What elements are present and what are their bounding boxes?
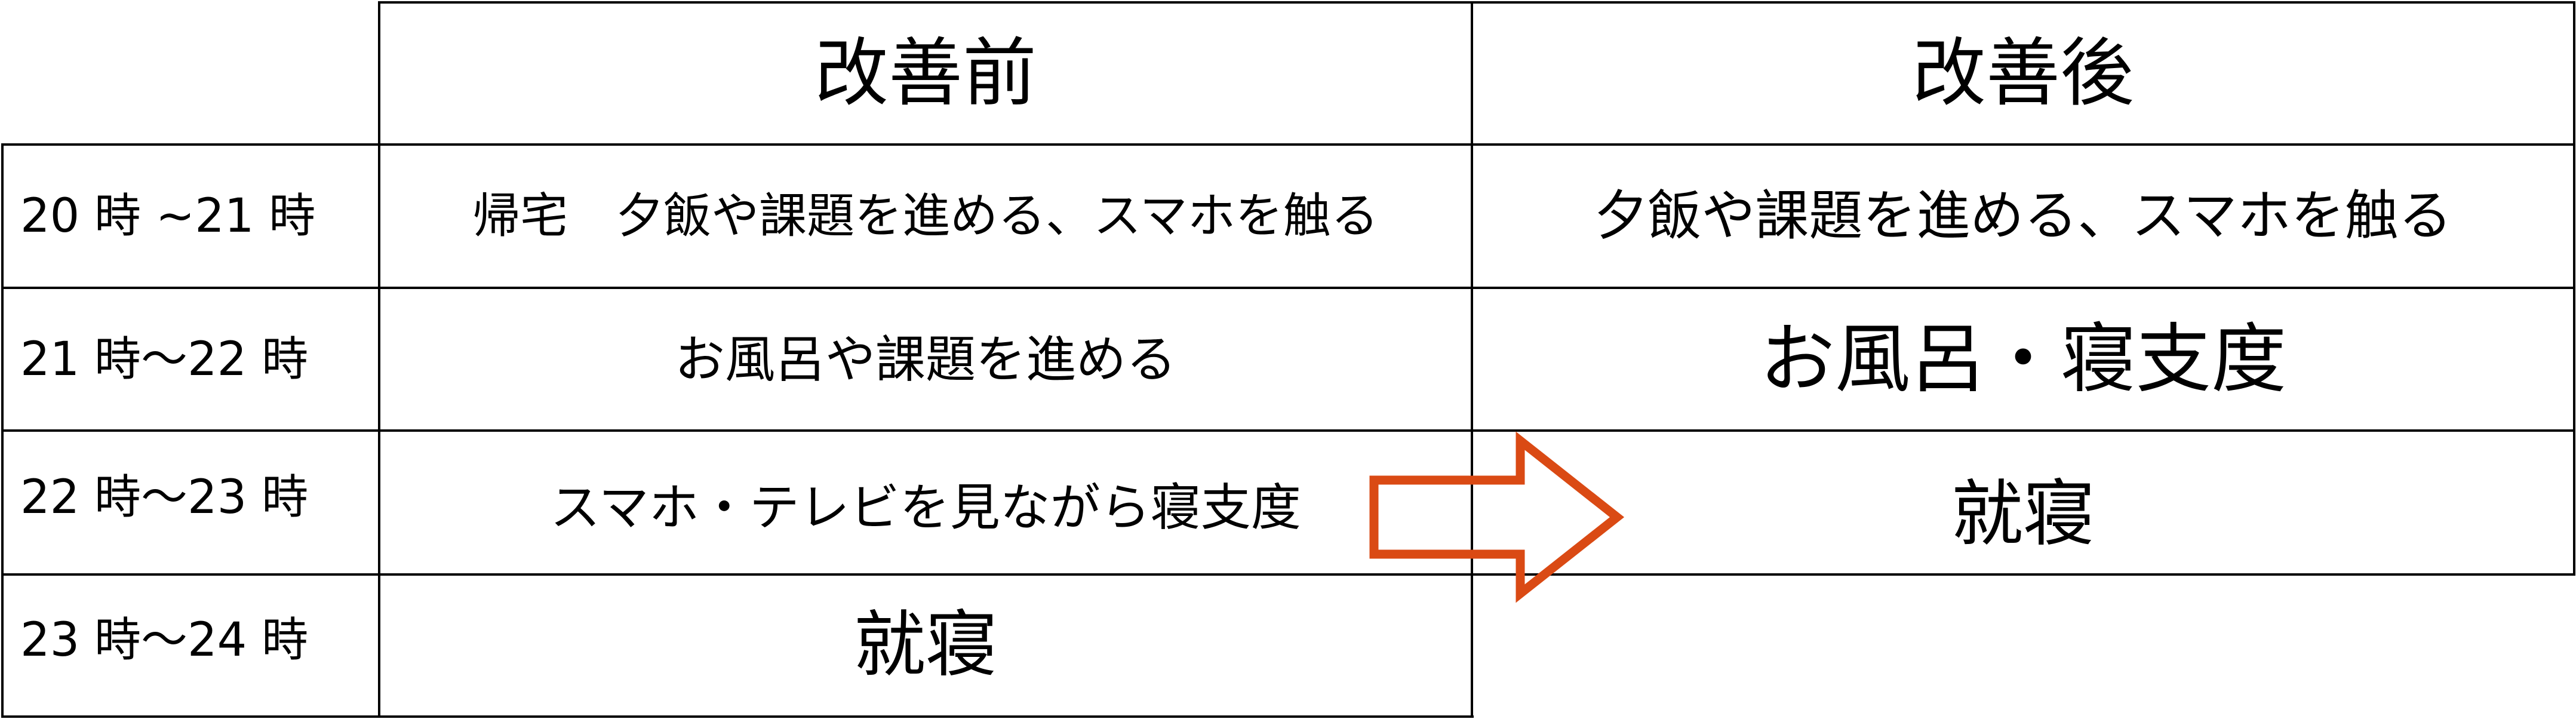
after-cell-text: お風呂・寝支度 xyxy=(1760,315,2286,403)
after-cell-row-4-empty xyxy=(1473,576,2573,715)
after-cell-row-1: 夕飯や課題を進める、スマホを触る xyxy=(1473,146,2573,287)
before-cell-text: 就寝 xyxy=(854,604,997,687)
after-cell-text: 夕飯や課題を進める、スマホを触る xyxy=(1594,185,2452,247)
time-label-text: 21 時～22 時 xyxy=(20,332,309,386)
time-label-row-2: 21 時～22 時 xyxy=(4,289,378,429)
grid-line-bottom xyxy=(1,715,1474,718)
grid-line-right xyxy=(2573,1,2575,576)
after-cell-text: 就寝 xyxy=(1951,473,2095,556)
before-cell-row-3: スマホ・テレビを見ながら寝支度 xyxy=(380,442,1471,573)
after-cell-row-2: お風呂・寝支度 xyxy=(1473,289,2573,429)
before-cell-row-1: 帰宅 夕飯や課題を進める、スマホを触る xyxy=(380,146,1471,287)
time-label-row-1: 20 時 ~21 時 xyxy=(4,146,378,287)
header-before-text: 改善前 xyxy=(814,30,1037,116)
before-cell-row-4: 就寝 xyxy=(380,576,1471,715)
time-label-row-3: 22 時～23 時 xyxy=(4,432,378,563)
before-cell-text: お風呂や課題を進める xyxy=(674,330,1176,389)
before-cell-text: スマホ・テレビを見ながら寝支度 xyxy=(550,478,1301,537)
time-label-text: 23 時～24 時 xyxy=(20,613,309,667)
header-after-text: 改善後 xyxy=(1911,30,2134,116)
header-after: 改善後 xyxy=(1473,4,2573,143)
time-label-text: 20 時 ~21 時 xyxy=(20,189,316,243)
before-cell-row-2: お風呂や課題を進める xyxy=(380,289,1471,429)
time-label-row-4: 23 時～24 時 xyxy=(4,576,378,704)
after-cell-row-3: 就寝 xyxy=(1473,449,2573,580)
header-corner-cell xyxy=(4,4,378,143)
header-before: 改善前 xyxy=(380,4,1471,143)
grid-line-row2-bottom xyxy=(1,429,2575,432)
time-label-text: 22 時～23 時 xyxy=(20,471,309,524)
before-cell-text: 帰宅 夕飯や課題を進める、スマホを触る xyxy=(472,188,1379,244)
